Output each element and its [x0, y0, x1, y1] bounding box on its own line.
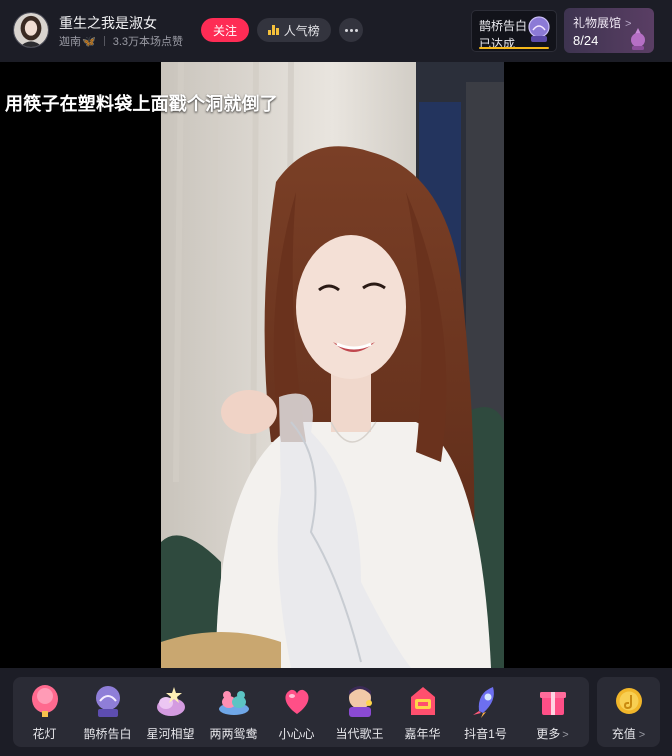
- gift-label: 抖音1号: [464, 727, 507, 741]
- dot-icon: [354, 28, 358, 32]
- crystal-globe-icon: [95, 686, 120, 717]
- gift-hall-card[interactable]: 礼物展馆 > 8/24: [564, 8, 654, 53]
- gift-hall-title-row: 礼物展馆 >: [573, 14, 631, 31]
- gift-label: 星河相望: [146, 727, 195, 741]
- lantern-icon: [31, 685, 58, 717]
- popularity-rank-button[interactable]: 人气榜: [257, 18, 331, 42]
- recharge-button[interactable]: 充值 >: [597, 677, 660, 747]
- host-subline: 迦南 🦋 3.3万本场点赞: [59, 33, 183, 49]
- likes-count: 3.3万本场点赞: [112, 36, 183, 48]
- gift-item-more[interactable]: 更多 >: [521, 677, 584, 747]
- rocket-icon: [472, 687, 494, 718]
- heart-icon: [284, 689, 309, 714]
- gift-label: 小心心: [278, 727, 315, 741]
- gift-item-ducks[interactable]: 两两鸳鸯: [202, 677, 265, 747]
- gift-item-singer[interactable]: 当代歌王: [328, 677, 391, 747]
- gift-item-heart[interactable]: 小心心: [265, 677, 328, 747]
- butterfly-icon: 🦋: [82, 35, 96, 48]
- gift-hall-title: 礼物展馆: [573, 16, 622, 30]
- video-caption: 用筷子在塑料袋上面戳个洞就倒了: [5, 94, 278, 114]
- gift-label: 花灯: [32, 727, 57, 741]
- gift-trophy-icon: [631, 28, 645, 50]
- task-progress-bar: [479, 47, 549, 49]
- live-room: 重生之我是淑女 迦南 🦋 3.3万本场点赞 关注 人气榜 鹊桥告白 已达成 礼物…: [0, 0, 672, 756]
- gift-item-magpie-bridge[interactable]: 鹊桥告白: [76, 677, 139, 747]
- gift-label: 鹊桥告白: [83, 727, 132, 741]
- carnival-icon: [410, 687, 435, 715]
- chevron-right-icon: >: [638, 729, 646, 741]
- more-options-button[interactable]: [339, 18, 363, 42]
- singer-icon: [348, 686, 372, 717]
- gift-label: 两两鸳鸯: [209, 727, 258, 741]
- rank-label: 人气榜: [283, 23, 320, 38]
- gift-item-carnival[interactable]: 嘉年华: [391, 677, 454, 747]
- gift-item-galaxy[interactable]: 星河相望: [139, 677, 202, 747]
- crystal-globe-icon: [528, 16, 550, 42]
- live-video[interactable]: [161, 62, 504, 668]
- host-avatar[interactable]: [13, 12, 49, 48]
- gift-label: 嘉年华: [404, 727, 441, 741]
- recharge-row: 充值 >: [612, 725, 645, 742]
- gift-label: 更多: [536, 727, 561, 741]
- gift-item-rocket[interactable]: 抖音1号: [454, 677, 517, 747]
- chevron-right-icon: >: [562, 729, 569, 741]
- gift-hall-count: 8/24: [573, 33, 599, 48]
- gift-box-icon: [539, 692, 566, 715]
- mandarin-ducks-icon: [218, 691, 249, 715]
- gift-list: 花灯 鹊桥告白 星河相望 两两鸳鸯 小心心 当代歌王 嘉年华 抖音1号 更多 >: [13, 677, 589, 747]
- star-cloud-icon: [156, 687, 185, 716]
- gift-more-row: 更多 >: [536, 725, 568, 742]
- gift-bar: 花灯 鹊桥告白 星河相望 两两鸳鸯 小心心 当代歌王 嘉年华 抖音1号 更多 >…: [0, 668, 672, 756]
- streamer-video-frame: [161, 62, 504, 668]
- task-title: 鹊桥告白: [479, 19, 528, 33]
- dot-icon: [349, 28, 353, 32]
- gift-task-card[interactable]: 鹊桥告白 已达成: [471, 10, 557, 52]
- task-status: 已达成: [479, 37, 516, 51]
- gift-label: 当代歌王: [335, 727, 384, 741]
- recharge-label: 充值: [611, 727, 636, 741]
- host-location: 迦南: [59, 36, 81, 48]
- bar-chart-icon: [268, 25, 279, 35]
- follow-button[interactable]: 关注: [201, 18, 249, 42]
- live-header: 重生之我是淑女 迦南 🦋 3.3万本场点赞 关注 人气榜 鹊桥告白 已达成 礼物…: [0, 0, 672, 62]
- divider: [103, 36, 105, 46]
- gift-item-lantern[interactable]: 花灯: [13, 677, 76, 747]
- host-name[interactable]: 重生之我是淑女: [59, 13, 157, 33]
- dot-icon: [344, 28, 348, 32]
- coin-icon: [615, 688, 642, 714]
